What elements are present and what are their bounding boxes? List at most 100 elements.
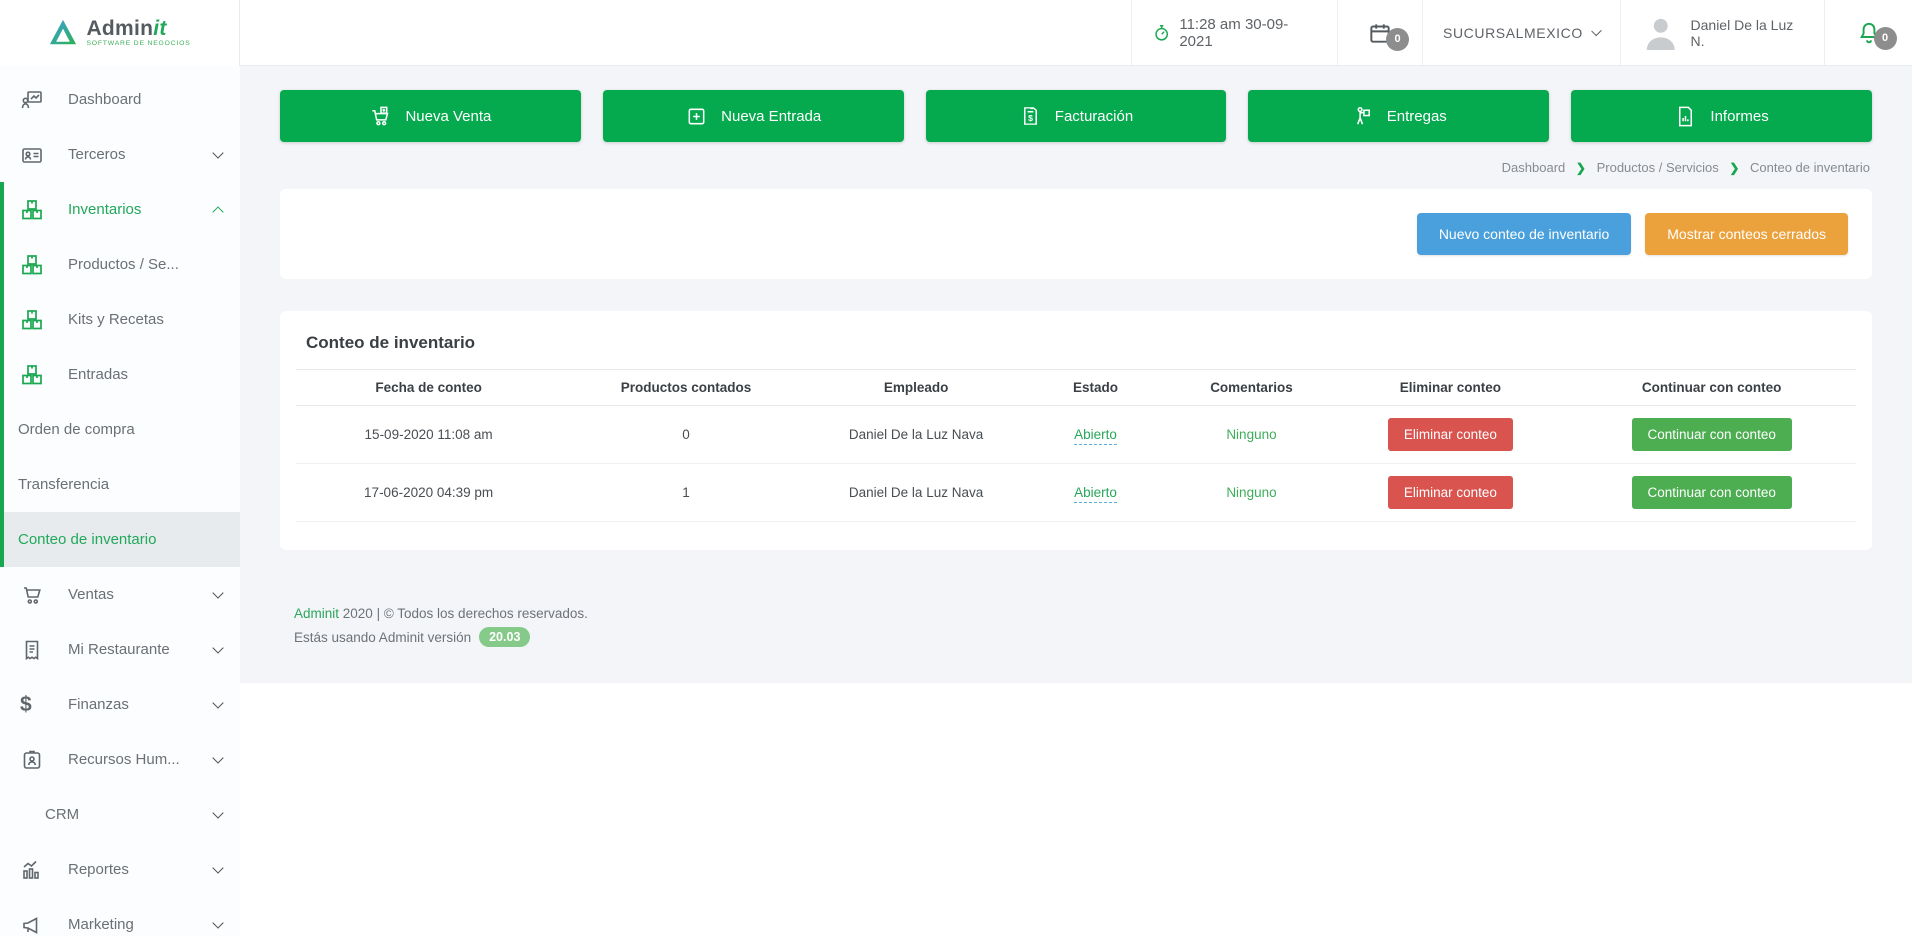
invoicing-button[interactable]: $ Facturación: [926, 90, 1227, 142]
sidebar-item-inventarios[interactable]: Inventarios: [4, 182, 240, 237]
new-sale-button[interactable]: Nueva Venta: [280, 90, 581, 142]
table-row: 15-09-2020 11:08 am 0 Daniel De la Luz N…: [296, 406, 1856, 464]
chevron-down-icon: [212, 642, 223, 653]
brand-name: Admin: [86, 17, 153, 40]
deliveries-button[interactable]: Entregas: [1248, 90, 1549, 142]
boxes-icon: [20, 198, 44, 222]
reports-button[interactable]: Informes: [1571, 90, 1872, 142]
calendar-badge: 0: [1386, 28, 1409, 51]
sidebar-item-finanzas[interactable]: $ Finanzas: [0, 677, 240, 732]
sidebar-item-dashboard[interactable]: Dashboard: [0, 72, 240, 127]
notifications-button[interactable]: 0: [1824, 0, 1912, 65]
button-label: Nueva Entrada: [721, 108, 821, 125]
cell-employee: Daniel De la Luz Nava: [811, 464, 1022, 522]
count-actions-panel: Nuevo conteo de inventario Mostrar conte…: [280, 189, 1872, 279]
show-closed-counts-button[interactable]: Mostrar conteos cerrados: [1645, 213, 1848, 255]
sidebar-item-orden-de-compra[interactable]: Orden de compra: [4, 402, 240, 457]
sidebar-item-recursos-humanos[interactable]: Recursos Hum...: [0, 732, 240, 787]
content-wrapper: Nueva Venta Nueva Entrada $ Facturación …: [240, 66, 1912, 683]
new-entry-button[interactable]: Nueva Entrada: [603, 90, 904, 142]
sidebar-group-inventarios: Inventarios Productos / Se... Kits y Rec…: [0, 182, 240, 567]
cell-comments: Ninguno: [1226, 485, 1276, 500]
user-menu[interactable]: Daniel De la Luz N.: [1620, 0, 1824, 65]
boxes-icon: [20, 363, 44, 387]
chevron-down-icon: [212, 807, 223, 818]
chevron-down-icon: [212, 862, 223, 873]
sidebar-item-label: Mi Restaurante: [68, 641, 214, 658]
sidebar-item-ventas[interactable]: Ventas: [0, 567, 240, 622]
sidebar-item-label: Ventas: [68, 586, 214, 603]
branch-name: SUCURSALMEXICO: [1443, 25, 1583, 41]
table-row: 17-06-2020 04:39 pm 1 Daniel De la Luz N…: [296, 464, 1856, 522]
sidebar-item-label: Orden de compra: [18, 421, 222, 438]
delivery-person-icon: [1351, 105, 1374, 128]
cell-date: 15-09-2020 11:08 am: [296, 406, 561, 464]
footer-version-line: Estás usando Adminit versión 20.03: [294, 627, 1872, 647]
header-datetime: 11:28 am 30-09-2021: [1131, 0, 1337, 65]
continue-count-button[interactable]: Continuar con conteo: [1632, 418, 1792, 451]
sidebar-item-label: Finanzas: [68, 696, 214, 713]
invoice-icon: $: [1019, 105, 1042, 128]
sidebar-item-productos-servicios[interactable]: Productos / Se...: [4, 237, 240, 292]
svg-text:$: $: [1028, 112, 1033, 122]
branch-selector[interactable]: SUCURSALMEXICO: [1422, 0, 1620, 65]
col-estado: Estado: [1021, 370, 1169, 406]
footer-brand-link[interactable]: Adminit: [294, 606, 339, 621]
cart-icon: [20, 583, 44, 607]
chevron-up-icon: [212, 206, 223, 217]
status-link[interactable]: Abierto: [1074, 485, 1117, 503]
footer-copyright: Adminit 2020 | © Todos los derechos rese…: [294, 606, 1872, 621]
notifications-badge: 0: [1874, 27, 1897, 50]
badge-icon: [20, 748, 44, 772]
report-doc-icon: [1674, 105, 1697, 128]
new-count-button[interactable]: Nuevo conteo de inventario: [1417, 213, 1631, 255]
adminit-triangle-logo-icon: [48, 18, 78, 48]
status-link[interactable]: Abierto: [1074, 427, 1117, 445]
sidebar-item-label: Entradas: [68, 366, 222, 383]
chevron-down-icon: [212, 917, 223, 928]
main-area: Nueva Venta Nueva Entrada $ Facturación …: [240, 66, 1912, 683]
breadcrumb-dashboard[interactable]: Dashboard: [1502, 160, 1566, 175]
button-label: Informes: [1710, 108, 1768, 125]
button-label: Entregas: [1387, 108, 1447, 125]
chevron-down-icon: [212, 147, 223, 158]
brand-logo[interactable]: Adminit SOFTWARE DE NEGOCIOS: [0, 0, 240, 66]
sidebar-item-entradas[interactable]: Entradas: [4, 347, 240, 402]
footer-version-text: Estás usando Adminit versión: [294, 630, 471, 645]
sidebar-item-reportes[interactable]: Reportes: [0, 842, 240, 897]
sidebar-item-kits-recetas[interactable]: Kits y Recetas: [4, 292, 240, 347]
cell-products: 0: [561, 406, 811, 464]
continue-count-button[interactable]: Continuar con conteo: [1632, 476, 1792, 509]
col-empleado: Empleado: [811, 370, 1022, 406]
sidebar-item-crm[interactable]: CRM: [0, 787, 240, 842]
sidebar-item-conteo-de-inventario[interactable]: Conteo de inventario: [4, 512, 240, 567]
cell-date: 17-06-2020 04:39 pm: [296, 464, 561, 522]
sidebar-item-transferencia[interactable]: Transferencia: [4, 457, 240, 512]
sidebar-item-marketing[interactable]: Marketing: [0, 897, 240, 952]
footer: Adminit 2020 | © Todos los derechos rese…: [294, 606, 1872, 653]
user-name: Daniel De la Luz N.: [1691, 17, 1804, 49]
footer-copyright-text: 2020 | © Todos los derechos reservados.: [343, 606, 588, 621]
header-calendar-button[interactable]: 0: [1337, 0, 1422, 65]
version-badge: 20.03: [479, 627, 530, 647]
breadcrumb-productos-servicios[interactable]: Productos / Servicios: [1597, 160, 1719, 175]
sidebar-item-terceros[interactable]: Terceros: [0, 127, 240, 182]
delete-count-button[interactable]: Eliminar conteo: [1388, 418, 1513, 451]
sidebar-item-label: Recursos Hum...: [68, 751, 214, 768]
sidebar-item-label: Terceros: [68, 146, 214, 163]
col-fecha: Fecha de conteo: [296, 370, 561, 406]
chevron-down-icon: [212, 697, 223, 708]
cart-plus-icon: [369, 105, 392, 128]
sidebar: Adminit SOFTWARE DE NEGOCIOS Dashboard T…: [0, 0, 240, 936]
sidebar-item-label: Kits y Recetas: [68, 311, 222, 328]
col-continuar: Continuar con conteo: [1567, 370, 1856, 406]
quick-actions-row: Nueva Venta Nueva Entrada $ Facturación …: [280, 90, 1872, 142]
sidebar-item-label: Dashboard: [68, 91, 222, 108]
button-label: Nueva Venta: [405, 108, 491, 125]
sidebar-item-mi-restaurante[interactable]: Mi Restaurante: [0, 622, 240, 677]
chevron-right-icon: ❯: [1576, 161, 1586, 175]
stopwatch-icon: [1152, 23, 1171, 43]
chevron-down-icon: [1591, 25, 1602, 36]
breadcrumb-current: Conteo de inventario: [1750, 160, 1870, 175]
delete-count-button[interactable]: Eliminar conteo: [1388, 476, 1513, 509]
